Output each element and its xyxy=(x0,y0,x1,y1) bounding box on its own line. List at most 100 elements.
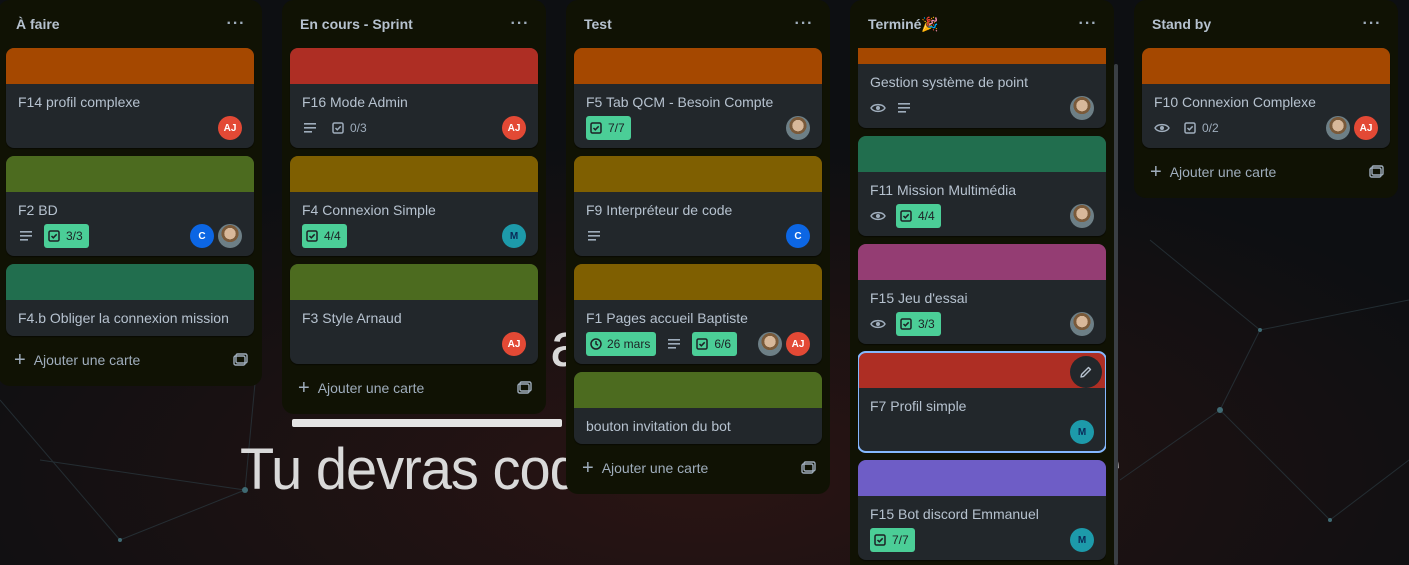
card-cover xyxy=(290,48,538,84)
card-f3[interactable]: F3 Style Arnaud AJ xyxy=(290,264,538,364)
watching-eye-icon xyxy=(1154,120,1170,136)
list-title[interactable]: En cours - Sprint xyxy=(300,16,413,32)
card-f16[interactable]: F16 Mode Admin 0/3 AJ xyxy=(290,48,538,148)
card-f5[interactable]: F5 Tab QCM - Besoin Compte 7/7 xyxy=(574,48,822,148)
list-header[interactable]: En cours - Sprint ··· xyxy=(290,0,538,48)
avatar[interactable]: AJ xyxy=(218,116,242,140)
avatar[interactable]: M xyxy=(502,224,526,248)
create-from-template-icon[interactable] xyxy=(232,352,248,368)
watching-eye-icon xyxy=(870,208,886,224)
avatar[interactable]: C xyxy=(786,224,810,248)
card-f2[interactable]: F2 BD 3/3 C xyxy=(6,156,254,256)
avatar-photo[interactable] xyxy=(1070,312,1094,336)
card-title: F4.b Obliger la connexion mission xyxy=(18,310,229,326)
add-card-button[interactable]: + Ajouter une carte xyxy=(6,344,254,376)
list-title[interactable]: Test xyxy=(584,16,612,32)
card-f11[interactable]: F11 Mission Multimédia 4/4 xyxy=(858,136,1106,236)
list-menu-icon[interactable]: ··· xyxy=(506,10,534,38)
list-en-cours-sprint: En cours - Sprint ··· F16 Mode Admin 0/3… xyxy=(282,0,546,414)
card-title: F15 Jeu d'essai xyxy=(870,290,968,306)
add-card-button[interactable]: + Ajouter une carte xyxy=(574,452,822,484)
checklist-icon xyxy=(48,230,60,242)
card-f15-bot[interactable]: F15 Bot discord Emmanuel 7/7 M xyxy=(858,460,1106,560)
create-from-template-icon[interactable] xyxy=(1368,164,1384,180)
avatar-photo[interactable] xyxy=(1070,204,1094,228)
avatar[interactable]: C xyxy=(190,224,214,248)
avatar[interactable]: AJ xyxy=(1354,116,1378,140)
due-date-badge[interactable]: 26 mars xyxy=(586,332,657,356)
card-f9[interactable]: F9 Interpréteur de code C xyxy=(574,156,822,256)
checklist-icon xyxy=(874,534,886,546)
avatar-photo[interactable] xyxy=(1326,116,1350,140)
list-title[interactable]: Stand by xyxy=(1152,16,1211,32)
avatar[interactable]: M xyxy=(1070,528,1094,552)
card-title: bouton invitation du bot xyxy=(586,418,731,434)
list-title[interactable]: Terminé🎉 xyxy=(868,16,939,33)
card-f4b[interactable]: F4.b Obliger la connexion mission xyxy=(6,264,254,336)
list-menu-icon[interactable]: ··· xyxy=(1358,10,1386,38)
card-title: F1 Pages accueil Baptiste xyxy=(586,310,748,326)
checklist-count: 4/4 xyxy=(324,229,341,243)
plus-icon: + xyxy=(582,457,594,479)
list-menu-icon[interactable]: ··· xyxy=(222,10,250,38)
background-caption: Tu devras code xyxy=(240,435,611,502)
avatar[interactable]: AJ xyxy=(786,332,810,356)
checklist-count: 3/3 xyxy=(918,317,935,331)
card-f14[interactable]: F14 profil complexe AJ xyxy=(6,48,254,148)
list-menu-icon[interactable]: ··· xyxy=(1074,10,1102,38)
edit-card-button[interactable] xyxy=(1070,356,1102,388)
card-cover xyxy=(858,136,1106,172)
card-cover xyxy=(858,460,1106,496)
card-bouton-invitation[interactable]: bouton invitation du bot xyxy=(574,372,822,444)
card-f1[interactable]: F1 Pages accueil Baptiste 26 mars 6/6 AJ xyxy=(574,264,822,364)
card-f7[interactable]: F7 Profil simple M xyxy=(858,351,1106,453)
card-title: F15 Bot discord Emmanuel xyxy=(870,506,1039,522)
list-menu-icon[interactable]: ··· xyxy=(790,10,818,38)
description-icon xyxy=(302,120,318,136)
card-cover xyxy=(574,264,822,300)
plus-icon: + xyxy=(14,349,26,371)
avatar[interactable]: AJ xyxy=(502,116,526,140)
add-card-button[interactable]: + Ajouter une carte xyxy=(1142,156,1390,188)
watching-eye-icon xyxy=(870,316,886,332)
checklist-icon xyxy=(696,338,709,350)
add-card-label: Ajouter une carte xyxy=(33,352,141,368)
create-from-template-icon[interactable] xyxy=(800,460,816,476)
description-icon xyxy=(666,336,682,352)
list-header[interactable]: Stand by ··· xyxy=(1142,0,1390,48)
checklist-badge: 7/7 xyxy=(586,116,631,140)
checklist-badge: 3/3 xyxy=(44,224,89,248)
checklist-icon xyxy=(306,230,318,242)
add-card-button[interactable]: + Ajouter une carte xyxy=(290,372,538,404)
card-cover xyxy=(574,48,822,84)
list-header[interactable]: Terminé🎉 ··· xyxy=(858,0,1106,48)
plus-icon: + xyxy=(298,377,310,399)
avatar[interactable]: M xyxy=(1070,420,1094,444)
avatar-photo[interactable] xyxy=(758,332,782,356)
create-from-template-icon[interactable] xyxy=(516,380,532,396)
checklist-icon xyxy=(900,210,912,222)
clock-icon xyxy=(590,338,602,350)
list-header[interactable]: Test ··· xyxy=(574,0,822,48)
card-f10[interactable]: F10 Connexion Complexe 0/2 AJ xyxy=(1142,48,1390,148)
card-gestion-systeme[interactable]: Gestion système de point xyxy=(858,48,1106,128)
card-title: Gestion système de point xyxy=(870,74,1028,90)
list-termine: Terminé🎉 ··· Gestion système de point F1… xyxy=(850,0,1114,565)
add-card-label: Ajouter une carte xyxy=(601,460,709,476)
card-f4[interactable]: F4 Connexion Simple 4/4 M xyxy=(290,156,538,256)
avatar-photo[interactable] xyxy=(218,224,242,248)
avatar[interactable]: AJ xyxy=(502,332,526,356)
checklist-count: 0/2 xyxy=(1202,121,1219,135)
checklist-icon xyxy=(590,122,602,134)
list-header[interactable]: À faire ··· xyxy=(6,0,254,48)
watching-eye-icon xyxy=(870,100,886,116)
card-cover xyxy=(290,156,538,192)
checklist-badge: 3/3 xyxy=(896,312,941,336)
list-title[interactable]: À faire xyxy=(16,16,60,32)
list-scrollbar[interactable] xyxy=(1114,64,1118,565)
avatar-photo[interactable] xyxy=(1070,96,1094,120)
checklist-count: 0/3 xyxy=(350,121,367,135)
card-title: F14 profil complexe xyxy=(18,94,141,110)
avatar-photo[interactable] xyxy=(786,116,810,140)
card-f15-jeu[interactable]: F15 Jeu d'essai 3/3 xyxy=(858,244,1106,344)
